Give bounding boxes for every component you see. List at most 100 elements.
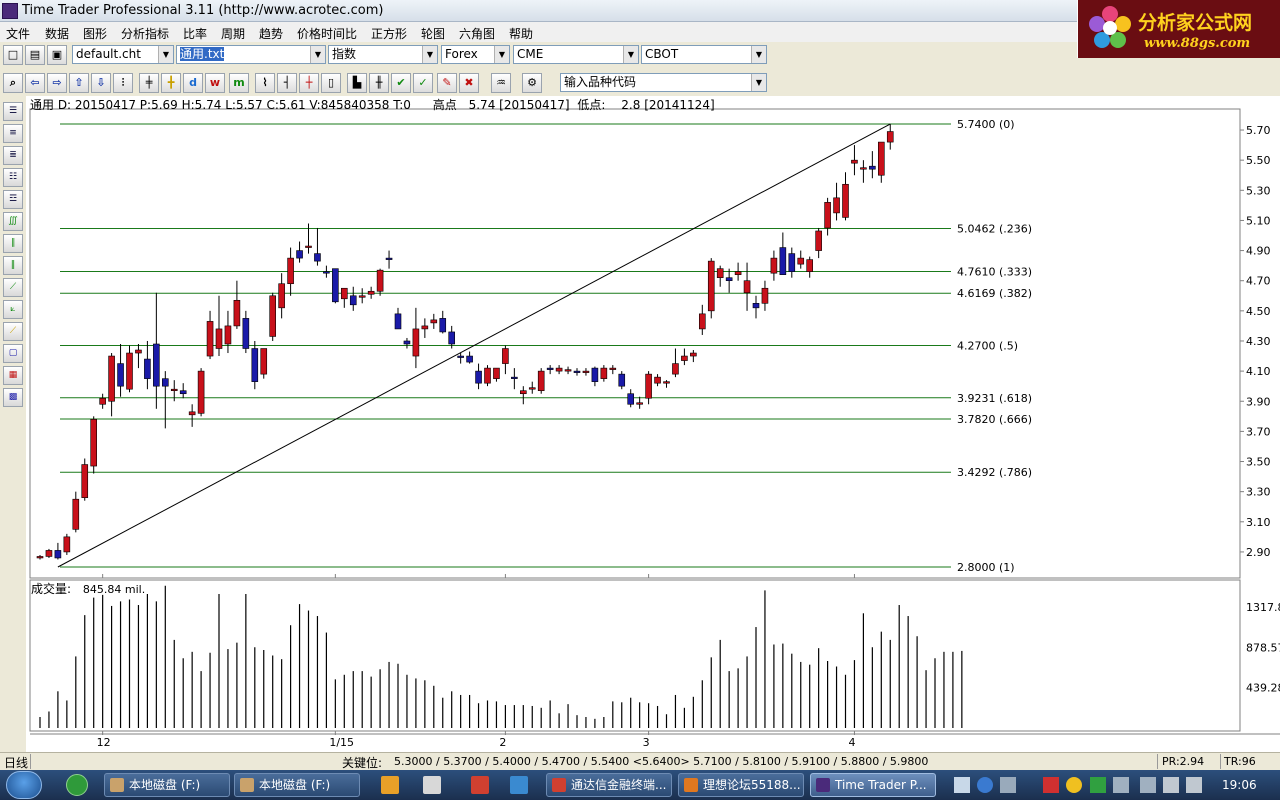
volume-icon[interactable] — [1163, 777, 1179, 793]
antivirus-icon[interactable] — [1043, 777, 1059, 793]
time-zone-icon[interactable]: ∭ — [3, 212, 23, 231]
chart-quicklaunch-icon[interactable] — [510, 776, 528, 794]
status-keypoints: 5.3000 / 5.3700 / 5.4000 / 5.4700 / 5.54… — [394, 755, 929, 768]
menu-period[interactable]: 周期 — [221, 25, 245, 42]
ohlc-icon[interactable]: ╪ — [139, 73, 159, 93]
symbol-input[interactable]: 输入品种代码 ▼ — [560, 73, 767, 92]
delete-drawing-icon[interactable]: ✖ — [459, 73, 479, 93]
price-tick-label: 5.70 — [1246, 124, 1271, 137]
trendline-icon[interactable]: ⟋ — [3, 278, 23, 297]
bar-tick-icon[interactable]: ┤ — [277, 73, 297, 93]
monthly-button[interactable]: m — [229, 73, 249, 93]
menu-wheel[interactable]: 轮图 — [421, 25, 445, 42]
candle-body — [332, 268, 339, 303]
checkmark-icon[interactable]: ✔ — [391, 73, 411, 93]
bar-chart-icon[interactable]: ⫶ — [113, 73, 133, 93]
candle-body — [511, 376, 518, 379]
speed-lines-icon[interactable]: ⟋ — [3, 322, 23, 341]
grid-icon[interactable]: ▩ — [3, 388, 23, 407]
candle-bar-icon[interactable]: ▯ — [321, 73, 341, 93]
fib-levels-icon[interactable]: ☷ — [3, 168, 23, 187]
histogram-icon[interactable]: ▙ — [347, 73, 367, 93]
stock-quicklaunch-icon[interactable] — [471, 776, 489, 794]
menu-graph[interactable]: 图形 — [83, 25, 107, 42]
menu-hexagon[interactable]: 六角图 — [459, 25, 495, 42]
fib-extension-icon[interactable]: ≡ — [3, 124, 23, 143]
bar-ohlc-icon[interactable]: ╫ — [369, 73, 389, 93]
chevron-down-icon[interactable]: ▼ — [494, 46, 509, 63]
zoom-icon[interactable]: ⌕ — [3, 73, 23, 93]
keyboard-icon[interactable] — [954, 777, 970, 793]
taskbar-item-forum[interactable]: 理想论坛55188... — [678, 773, 804, 797]
chevron-down-icon[interactable]: ▼ — [310, 46, 325, 63]
taskbar-item-timetrader[interactable]: Time Trader P... — [810, 773, 936, 797]
menu-square[interactable]: 正方形 — [371, 25, 407, 42]
chevron-down-icon[interactable]: ▼ — [422, 46, 437, 63]
shield-icon[interactable] — [1090, 777, 1106, 793]
candlestick-chart[interactable]: 5.7400 (0) 5.0462 (.236) 4.7610 (.333) 4.61… — [26, 96, 1280, 752]
weekly-button[interactable]: w — [205, 73, 225, 93]
candle-body — [72, 498, 80, 530]
add-icon[interactable] — [1066, 777, 1082, 793]
exchange1-select[interactable]: CME ▼ — [513, 45, 639, 64]
gann-fan-icon[interactable]: ⟀ — [3, 300, 23, 319]
save-icon[interactable]: ▣ — [47, 45, 67, 65]
browser-quicklaunch-icon[interactable] — [66, 774, 88, 796]
market-value: Forex — [445, 47, 478, 61]
help-icon[interactable] — [977, 777, 993, 793]
candle-body — [886, 131, 894, 143]
menu-help[interactable]: 帮助 — [509, 25, 533, 42]
daily-button[interactable]: d — [183, 73, 203, 93]
arrow-right-icon[interactable]: ⇨ — [47, 73, 67, 93]
network-icon[interactable] — [1000, 777, 1016, 793]
candle-icon[interactable]: ┼ — [299, 73, 319, 93]
open-folder-icon[interactable]: ▤ — [25, 45, 45, 65]
taskbar-item-tdx[interactable]: 通达信金融终端... — [546, 773, 672, 797]
candle-body — [188, 411, 196, 416]
candle-body — [707, 260, 715, 312]
indicator-file-select[interactable]: 通用.txt ▼ — [176, 45, 326, 64]
fib-fan-icon[interactable]: ≣ — [3, 146, 23, 165]
menu-indicators[interactable]: 分析指标 — [121, 25, 169, 42]
app-quicklaunch-icon[interactable] — [423, 776, 441, 794]
trend-check-icon[interactable]: ✓ — [413, 73, 433, 93]
arrow-up-icon[interactable]: ⇧ — [69, 73, 89, 93]
candle-body — [788, 253, 796, 272]
settings-icon[interactable]: ⚙ — [522, 73, 542, 93]
new-file-icon[interactable]: □ — [3, 45, 23, 65]
gann-lines-icon[interactable]: ‖ — [3, 256, 23, 275]
taskbar-item-drive2[interactable]: 本地磁盘 (F:) — [234, 773, 360, 797]
menu-data[interactable]: 数据 — [45, 25, 69, 42]
status-tr: TR:96 — [1224, 755, 1256, 768]
signal-icon[interactable] — [1186, 777, 1202, 793]
square-icon[interactable]: ▢ — [3, 344, 23, 363]
pencil-icon[interactable]: ✎ — [437, 73, 457, 93]
market-select[interactable]: Forex ▼ — [441, 45, 510, 64]
network-status-icon[interactable] — [1113, 777, 1129, 793]
chevron-down-icon[interactable]: ▼ — [751, 74, 766, 91]
crosshair-icon[interactable]: ╋ — [161, 73, 181, 93]
brush-icon[interactable]: ♒ — [491, 73, 511, 93]
fib-retracement-icon[interactable]: ☰ — [3, 102, 23, 121]
flag-icon[interactable] — [1140, 777, 1156, 793]
menu-trend[interactable]: 趋势 — [259, 25, 283, 42]
taskbar-item-drive1[interactable]: 本地磁盘 (F:) — [104, 773, 230, 797]
chevron-down-icon[interactable]: ▼ — [751, 46, 766, 63]
exchange2-select[interactable]: CBOT ▼ — [641, 45, 767, 64]
cycle-lines-icon[interactable]: ∥ — [3, 234, 23, 253]
media-player-icon[interactable] — [381, 776, 399, 794]
menu-ratio[interactable]: 比率 — [183, 25, 207, 42]
fib-arc-icon[interactable]: ☲ — [3, 190, 23, 209]
chart-file-select[interactable]: default.cht ▼ — [72, 45, 174, 64]
arrow-down-icon[interactable]: ⇩ — [91, 73, 111, 93]
start-button[interactable] — [6, 771, 42, 799]
chevron-down-icon[interactable]: ▼ — [623, 46, 638, 63]
square-of-nine-icon[interactable]: ▦ — [3, 366, 23, 385]
chart-file-value: default.cht — [76, 47, 141, 61]
index-type-select[interactable]: 指数 ▼ — [328, 45, 438, 64]
menu-file[interactable]: 文件 — [6, 25, 30, 42]
chevron-down-icon[interactable]: ▼ — [158, 46, 173, 63]
menu-price-time-ratio[interactable]: 价格时间比 — [297, 25, 357, 42]
arrow-left-icon[interactable]: ⇦ — [25, 73, 45, 93]
line-chart-icon[interactable]: ⌇ — [255, 73, 275, 93]
